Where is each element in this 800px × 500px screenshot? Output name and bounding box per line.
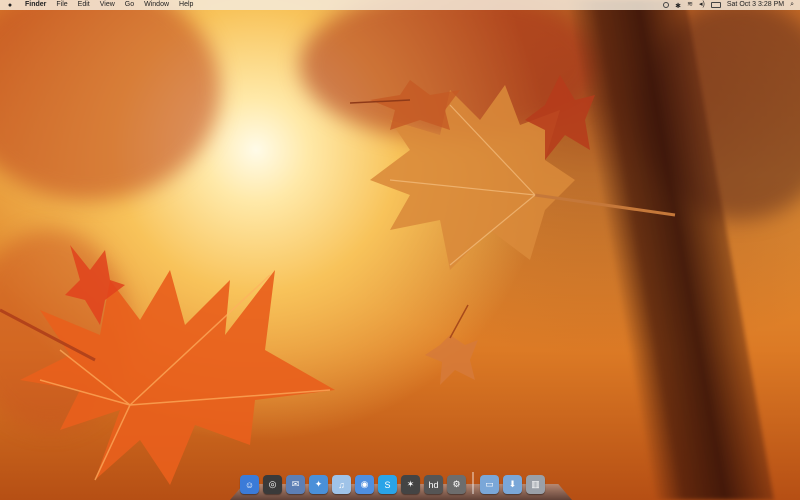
menu-go[interactable]: Go (120, 0, 139, 10)
maple-leaf (525, 75, 595, 160)
bluetooth-icon[interactable]: ✱ (675, 2, 681, 10)
maple-leaf (65, 245, 125, 325)
maple-leaf (0, 270, 335, 485)
itunes-icon[interactable]: ♫ (332, 475, 351, 494)
menu-extras: ✱ ≋ ◂) Sat Oct 3 3:28 PM ⌕ (663, 0, 800, 10)
downloads-folder-icon[interactable]: ⬇ (503, 475, 522, 494)
wifi-icon[interactable]: ≋ (687, 0, 693, 10)
gear-icon[interactable]: ⚙ (447, 475, 466, 494)
menu-file[interactable]: File (51, 0, 72, 10)
menu-help[interactable]: Help (174, 0, 198, 10)
battery-icon[interactable] (710, 2, 721, 8)
trash-icon[interactable]: ▥ (526, 475, 545, 494)
maple-leaf (425, 304, 478, 385)
finder-icon[interactable]: ☺ (240, 475, 259, 494)
mail-icon[interactable]: ✉ (286, 475, 305, 494)
maple-leaf (350, 80, 460, 130)
star-app-icon[interactable]: ✶ (401, 475, 420, 494)
desktop-wallpaper (0, 0, 800, 500)
menu-window[interactable]: Window (139, 0, 174, 10)
safari-icon[interactable]: ✦ (309, 475, 328, 494)
spotlight-icon[interactable]: ⌕ (790, 0, 794, 10)
menu-clock[interactable]: Sat Oct 3 3:28 PM (727, 0, 784, 10)
dock-items: ☺ ◎ ✉ ✦ ♫ ◉ S ✶ hd ⚙ ▭ ⬇ ▥ (240, 472, 545, 494)
apple-icon[interactable]: ● (0, 2, 20, 9)
volume-icon[interactable]: ◂) (699, 0, 705, 10)
skype-icon[interactable]: S (378, 475, 397, 494)
dock: ☺ ◎ ✉ ✦ ♫ ◉ S ✶ hd ⚙ ▭ ⬇ ▥ (230, 470, 572, 500)
dock-separator (472, 472, 474, 494)
time-machine-icon[interactable] (663, 2, 670, 8)
dashboard-icon[interactable]: ◎ (263, 475, 282, 494)
folder-icon[interactable]: ▭ (480, 475, 499, 494)
hd-icon[interactable]: hd (424, 475, 443, 494)
menu-app[interactable]: Finder (20, 0, 51, 10)
menu-view[interactable]: View (95, 0, 120, 10)
menu-edit[interactable]: Edit (73, 0, 95, 10)
menu-bar: ● Finder File Edit View Go Window Help ✱… (0, 0, 800, 10)
ichat-icon[interactable]: ◉ (355, 475, 374, 494)
